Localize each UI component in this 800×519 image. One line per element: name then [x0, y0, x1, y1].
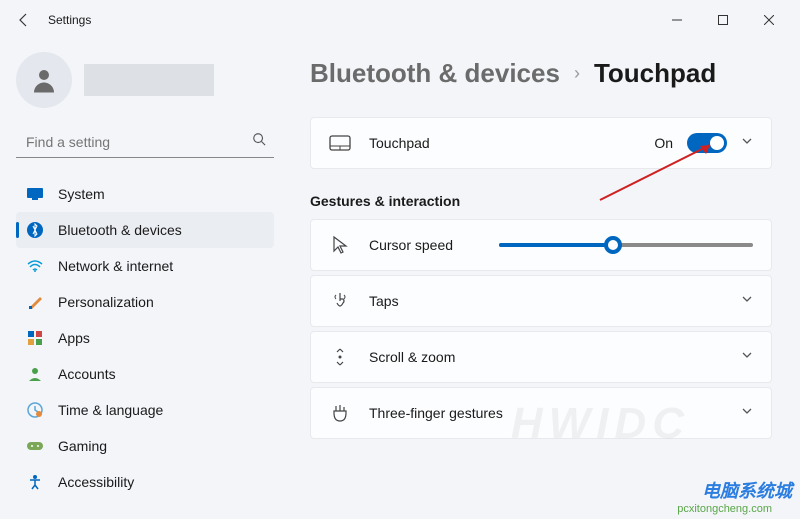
user-profile[interactable]	[16, 52, 274, 126]
chevron-down-icon[interactable]	[741, 134, 753, 152]
accessibility-icon	[26, 473, 44, 491]
touchpad-row[interactable]: Touchpad On	[310, 117, 772, 169]
bluetooth-icon	[26, 221, 44, 239]
touchpad-label: Touchpad	[369, 135, 654, 151]
gaming-icon	[26, 437, 44, 455]
avatar	[16, 52, 72, 108]
search-input[interactable]	[26, 134, 252, 150]
three-finger-icon	[329, 402, 351, 424]
touchpad-icon	[329, 132, 351, 154]
search-box[interactable]	[16, 126, 274, 158]
maximize-button[interactable]	[700, 4, 746, 36]
sidebar-item-bluetooth[interactable]: Bluetooth & devices	[16, 212, 274, 248]
cursor-speed-row: Cursor speed	[310, 219, 772, 271]
chevron-right-icon: ›	[574, 63, 580, 84]
touchpad-state: On	[654, 135, 673, 151]
sidebar-item-personalization[interactable]: Personalization	[16, 284, 274, 320]
breadcrumb-parent[interactable]: Bluetooth & devices	[310, 58, 560, 89]
sidebar-item-accessibility[interactable]: Accessibility	[16, 464, 274, 500]
touchpad-toggle[interactable]	[687, 133, 727, 153]
window-title: Settings	[48, 13, 91, 27]
sidebar-item-label: Bluetooth & devices	[58, 222, 182, 238]
accounts-icon	[26, 365, 44, 383]
sidebar-item-gaming[interactable]: Gaming	[16, 428, 274, 464]
section-title: Gestures & interaction	[310, 193, 772, 209]
search-icon	[252, 132, 266, 151]
sidebar-item-label: Network & internet	[58, 258, 173, 274]
sidebar-item-apps[interactable]: Apps	[16, 320, 274, 356]
scroll-zoom-row[interactable]: Scroll & zoom	[310, 331, 772, 383]
clock-icon	[26, 401, 44, 419]
minimize-button[interactable]	[654, 4, 700, 36]
cursor-speed-slider[interactable]	[499, 243, 753, 247]
three-finger-row[interactable]: Three-finger gestures	[310, 387, 772, 439]
sidebar-item-label: Gaming	[58, 438, 107, 454]
breadcrumb: Bluetooth & devices › Touchpad	[310, 58, 772, 89]
sidebar-item-label: System	[58, 186, 105, 202]
sidebar-item-system[interactable]: System	[16, 176, 274, 212]
sidebar-item-network[interactable]: Network & internet	[16, 248, 274, 284]
brush-icon	[26, 293, 44, 311]
breadcrumb-current: Touchpad	[594, 58, 716, 89]
system-icon	[26, 185, 44, 203]
chevron-down-icon	[741, 348, 753, 366]
sidebar-item-label: Time & language	[58, 402, 163, 418]
sidebar-item-accounts[interactable]: Accounts	[16, 356, 274, 392]
close-button[interactable]	[746, 4, 792, 36]
taps-row[interactable]: Taps	[310, 275, 772, 327]
sidebar-item-label: Apps	[58, 330, 90, 346]
sidebar-item-label: Accessibility	[58, 474, 134, 490]
cursor-speed-label: Cursor speed	[369, 237, 479, 253]
cursor-icon	[329, 234, 351, 256]
chevron-down-icon	[741, 292, 753, 310]
apps-icon	[26, 329, 44, 347]
sidebar-item-label: Personalization	[58, 294, 154, 310]
user-info-placeholder	[84, 64, 214, 96]
tap-icon	[329, 290, 351, 312]
sidebar-item-label: Accounts	[58, 366, 116, 382]
back-button[interactable]	[8, 4, 40, 36]
chevron-down-icon	[741, 404, 753, 422]
scroll-icon	[329, 346, 351, 368]
taps-label: Taps	[369, 293, 741, 309]
sidebar-item-time[interactable]: Time & language	[16, 392, 274, 428]
scroll-zoom-label: Scroll & zoom	[369, 349, 741, 365]
wifi-icon	[26, 257, 44, 275]
three-finger-label: Three-finger gestures	[369, 405, 741, 421]
